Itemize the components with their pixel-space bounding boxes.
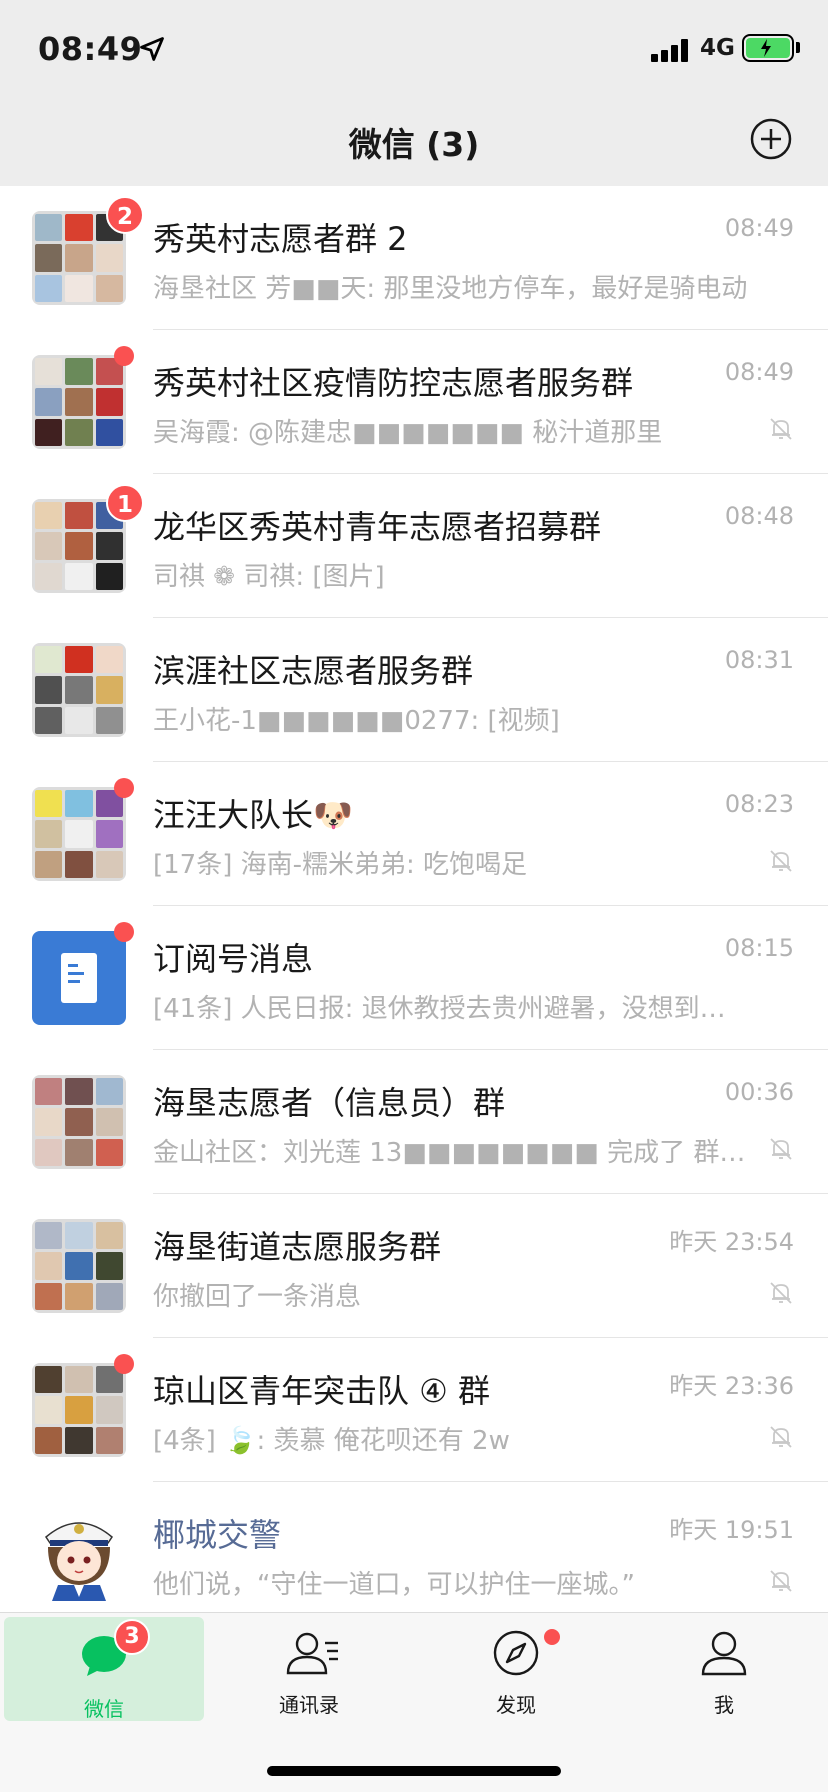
tab-unread-badge: 3	[114, 1619, 150, 1655]
subscription-avatar	[32, 931, 126, 1025]
battery-icon	[742, 34, 794, 62]
document-icon	[61, 953, 97, 1003]
contacts-icon	[286, 1632, 338, 1675]
group-avatar	[32, 1363, 126, 1457]
unread-dot	[114, 346, 134, 366]
chat-title: 订阅号消息	[153, 940, 314, 978]
tab-discover[interactable]: 发现	[416, 1613, 616, 1717]
status-bar: 08:49 4G	[0, 0, 828, 90]
tab-unread-dot	[544, 1629, 560, 1645]
chat-title: 秀英村志愿者群 2	[153, 220, 408, 258]
chat-time: 昨天 23:54	[669, 1228, 794, 1256]
unread-dot	[114, 778, 134, 798]
chat-preview: [41条] 人民日报: 退休教授去贵州避暑，没想到…	[153, 994, 726, 1024]
location-arrow-icon	[140, 37, 164, 61]
chat-row[interactable]: 1 龙华区秀英村青年志愿者招募群 08:48 司祺 ❁ 司祺: [图片]	[0, 474, 828, 618]
chat-row[interactable]: 琼山区青年突击队 ④ 群 昨天 23:36 [4条] 🍃: 羡慕 俺花呗还有 2…	[0, 1338, 828, 1482]
mute-bell-icon	[770, 1138, 792, 1160]
tab-label: 微信	[84, 1697, 124, 1721]
unread-dot	[114, 1354, 134, 1374]
chat-title: 秀英村社区疫情防控志愿者服务群	[153, 364, 634, 402]
chat-title: 海垦街道志愿服务群	[153, 1228, 442, 1266]
chat-row[interactable]: 滨涯社区志愿者服务群 08:31 王小花-1■■■■■■0277: [视频]	[0, 618, 828, 762]
chat-time: 08:31	[724, 646, 794, 674]
home-indicator	[267, 1766, 561, 1776]
chat-time: 08:15	[724, 934, 794, 962]
chat-title: 海垦志愿者（信息员）群	[153, 1084, 506, 1122]
battery-cap	[796, 42, 800, 53]
group-avatar	[32, 355, 126, 449]
add-button[interactable]	[750, 118, 792, 160]
compass-icon	[493, 1630, 539, 1676]
status-time: 08:49	[38, 30, 143, 68]
chat-title: 滨涯社区志愿者服务群	[153, 652, 474, 690]
mute-bell-icon	[770, 1426, 792, 1448]
chat-time: 00:36	[724, 1078, 794, 1106]
group-avatar	[32, 643, 126, 737]
signal-strength-icon	[651, 38, 691, 62]
tab-contacts[interactable]: 通讯录	[209, 1613, 409, 1717]
chat-preview: [17条] 海南-糯米弟弟: 吃饱喝足	[153, 850, 528, 880]
chat-row[interactable]: 椰城交警 昨天 19:51 他们说，“守住一道口，可以护住一座城。”	[0, 1482, 828, 1612]
tab-bar: 3 微信 通讯录 发现 我	[0, 1612, 828, 1792]
tab-label: 通讯录	[279, 1693, 339, 1717]
chat-preview: 金山社区：刘光莲 13■■■■■■■■ 完成了 群…	[153, 1138, 746, 1168]
mute-bell-icon	[770, 850, 792, 872]
chat-preview: [4条] 🍃: 羡慕 俺花呗还有 2w	[153, 1426, 510, 1456]
official-account-avatar	[32, 1507, 126, 1601]
chat-row[interactable]: 海垦志愿者（信息员）群 00:36 金山社区：刘光莲 13■■■■■■■■ 完成…	[0, 1050, 828, 1194]
chat-time: 08:49	[724, 214, 794, 242]
chat-row[interactable]: 订阅号消息 08:15 [41条] 人民日报: 退休教授去贵州避暑，没想到…	[0, 906, 828, 1050]
chat-time: 昨天 19:51	[669, 1516, 794, 1544]
chat-title: 椰城交警	[153, 1516, 282, 1554]
network-type: 4G	[700, 35, 735, 61]
traffic-police-cartoon-icon	[45, 1522, 113, 1601]
group-avatar	[32, 1219, 126, 1313]
chat-title: 琼山区青年突击队 ④ 群	[153, 1372, 491, 1410]
chat-row[interactable]: 秀英村社区疫情防控志愿者服务群 08:49 吴海霞: @陈建忠■■■■■■■ 秘…	[0, 330, 828, 474]
chat-list: 2 秀英村志愿者群 2 08:49 海垦社区 芳■■天: 那里没地方停车，最好是…	[0, 186, 828, 1612]
chat-preview: 海垦社区 芳■■天: 那里没地方停车，最好是骑电动	[153, 274, 748, 304]
chat-preview: 司祺 ❁ 司祺: [图片]	[153, 562, 385, 592]
chat-preview: 你撤回了一条消息	[153, 1282, 362, 1312]
page-title: 微信 (3)	[348, 125, 480, 164]
tab-me[interactable]: 我	[624, 1613, 824, 1717]
group-avatar	[32, 787, 126, 881]
chat-row[interactable]: 2 秀英村志愿者群 2 08:49 海垦社区 芳■■天: 那里没地方停车，最好是…	[0, 186, 828, 330]
chat-time: 昨天 23:36	[669, 1372, 794, 1400]
tab-label: 发现	[496, 1693, 536, 1717]
chat-row[interactable]: 汪汪大队长🐶 08:23 [17条] 海南-糯米弟弟: 吃饱喝足	[0, 762, 828, 906]
unread-dot	[114, 922, 134, 942]
nav-bar: 微信 (3)	[0, 90, 828, 186]
wechat-app: 08:49 4G 微信 (3) 2 秀英村志愿者群 2 08:49 海垦社区 芳…	[0, 0, 828, 1792]
chat-time: 08:49	[724, 358, 794, 386]
chat-title: 龙华区秀英村青年志愿者招募群	[153, 508, 602, 546]
person-icon	[701, 1631, 747, 1676]
tab-label: 我	[714, 1693, 734, 1717]
group-avatar	[32, 1075, 126, 1169]
chat-time: 08:23	[724, 790, 794, 818]
chat-row[interactable]: 海垦街道志愿服务群 昨天 23:54 你撤回了一条消息	[0, 1194, 828, 1338]
unread-badge: 2	[106, 196, 144, 234]
chat-preview: 他们说，“守住一道口，可以护住一座城。”	[153, 1570, 635, 1600]
mute-bell-icon	[770, 1282, 792, 1304]
chat-preview: 吴海霞: @陈建忠■■■■■■■ 秘汁道那里	[153, 418, 663, 448]
mute-bell-icon	[770, 418, 792, 440]
chat-title: 汪汪大队长🐶	[153, 796, 353, 834]
chat-preview: 王小花-1■■■■■■0277: [视频]	[153, 706, 560, 736]
chat-time: 08:48	[724, 502, 794, 530]
tab-chats[interactable]: 3 微信	[4, 1617, 204, 1721]
unread-badge: 1	[106, 484, 144, 522]
mute-bell-icon	[770, 1570, 792, 1592]
